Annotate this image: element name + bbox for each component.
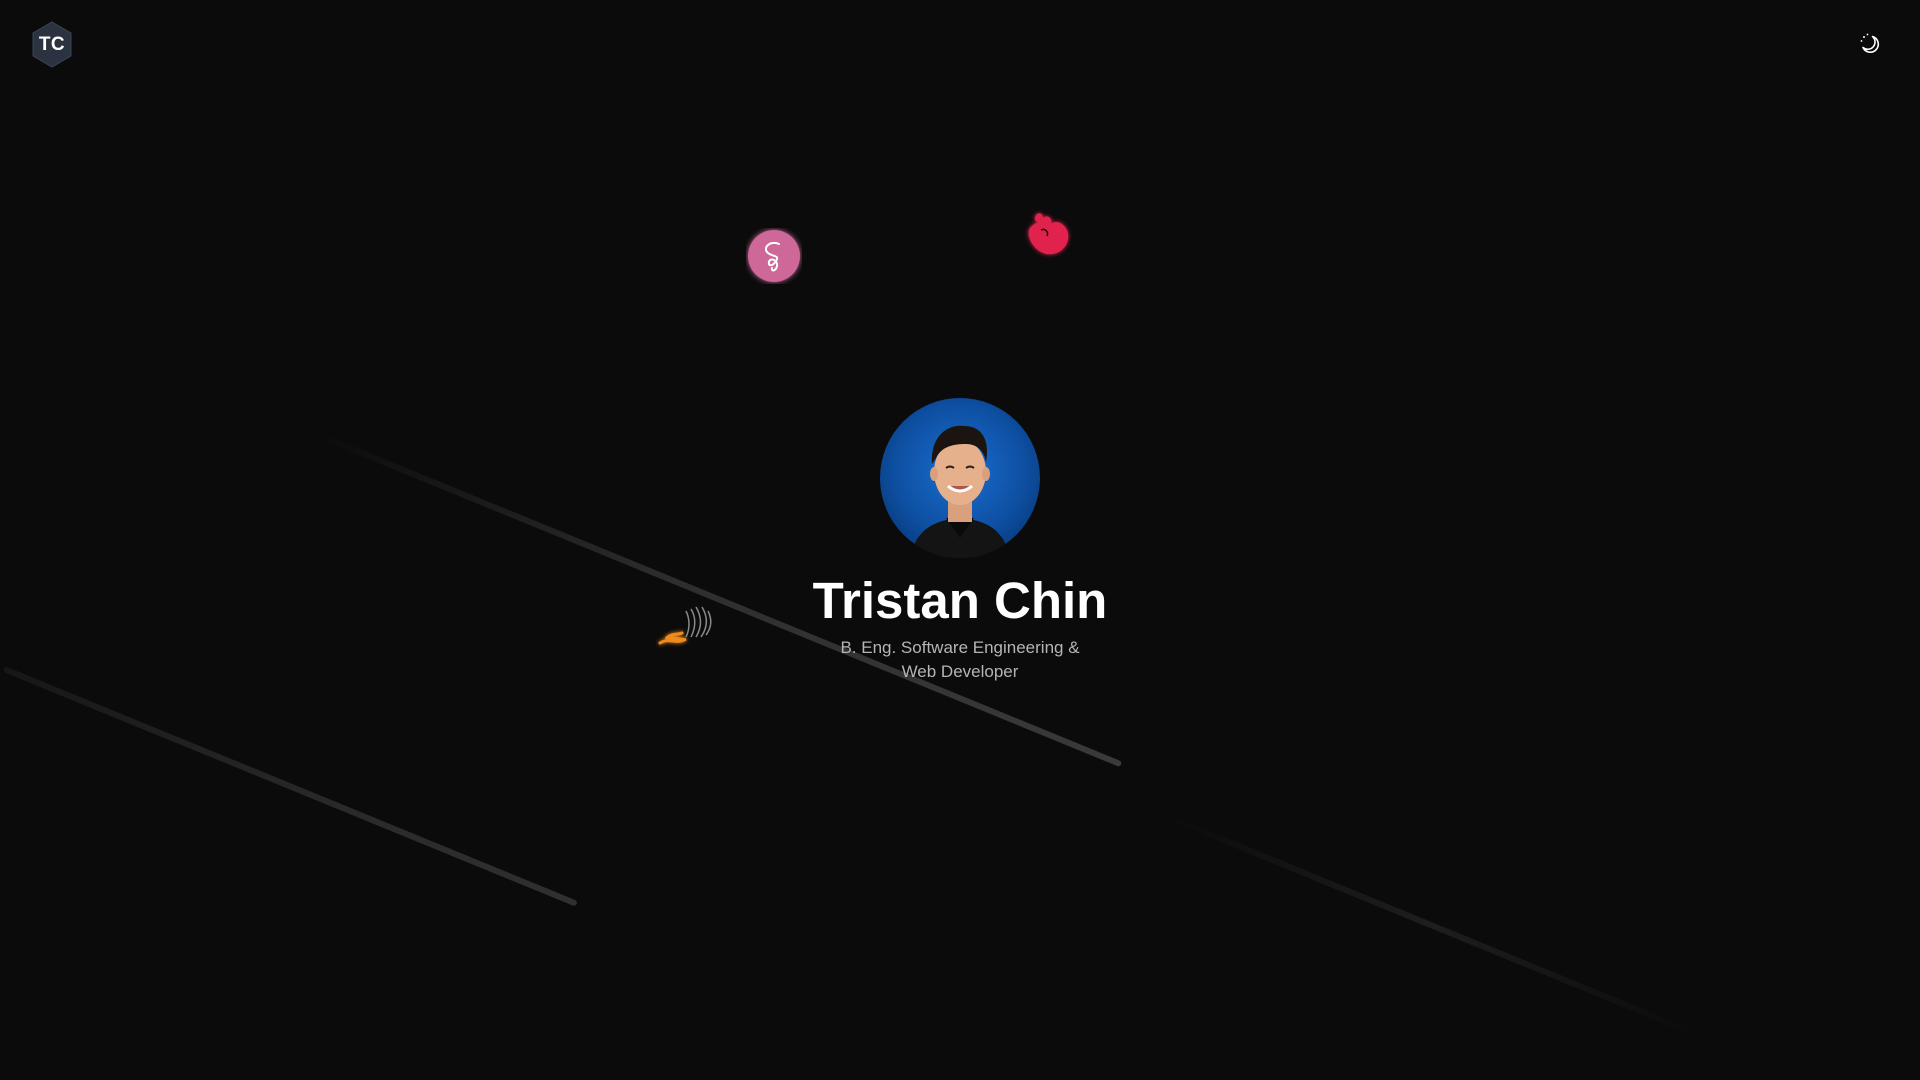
page: TC Tristan Chin B. Eng. Software Enginee…	[0, 0, 1920, 1080]
profile-photo-icon	[880, 398, 1040, 558]
moon-sun-icon	[1860, 33, 1880, 53]
hero-section: Tristan Chin B. Eng. Software Engineerin…	[760, 398, 1160, 684]
hero-subtitle-line1: B. Eng. Software Engineering &	[840, 638, 1080, 657]
hero-name: Tristan Chin	[812, 572, 1108, 629]
logo-text: TC	[38, 33, 66, 55]
theme-toggle-button[interactable]	[1858, 32, 1882, 56]
swagger-flame-logo-icon	[656, 603, 716, 651]
site-logo[interactable]: TC	[31, 21, 73, 68]
hero-subtitle-line2: Web Developer	[901, 662, 1019, 681]
background-streak	[2, 666, 578, 907]
hero-subtitle: B. Eng. Software Engineering & Web Devel…	[840, 636, 1079, 684]
avatar	[880, 398, 1040, 558]
sass-logo-icon	[746, 228, 802, 284]
background-streak	[1168, 815, 1694, 1036]
nestjs-logo-icon	[1023, 210, 1073, 262]
